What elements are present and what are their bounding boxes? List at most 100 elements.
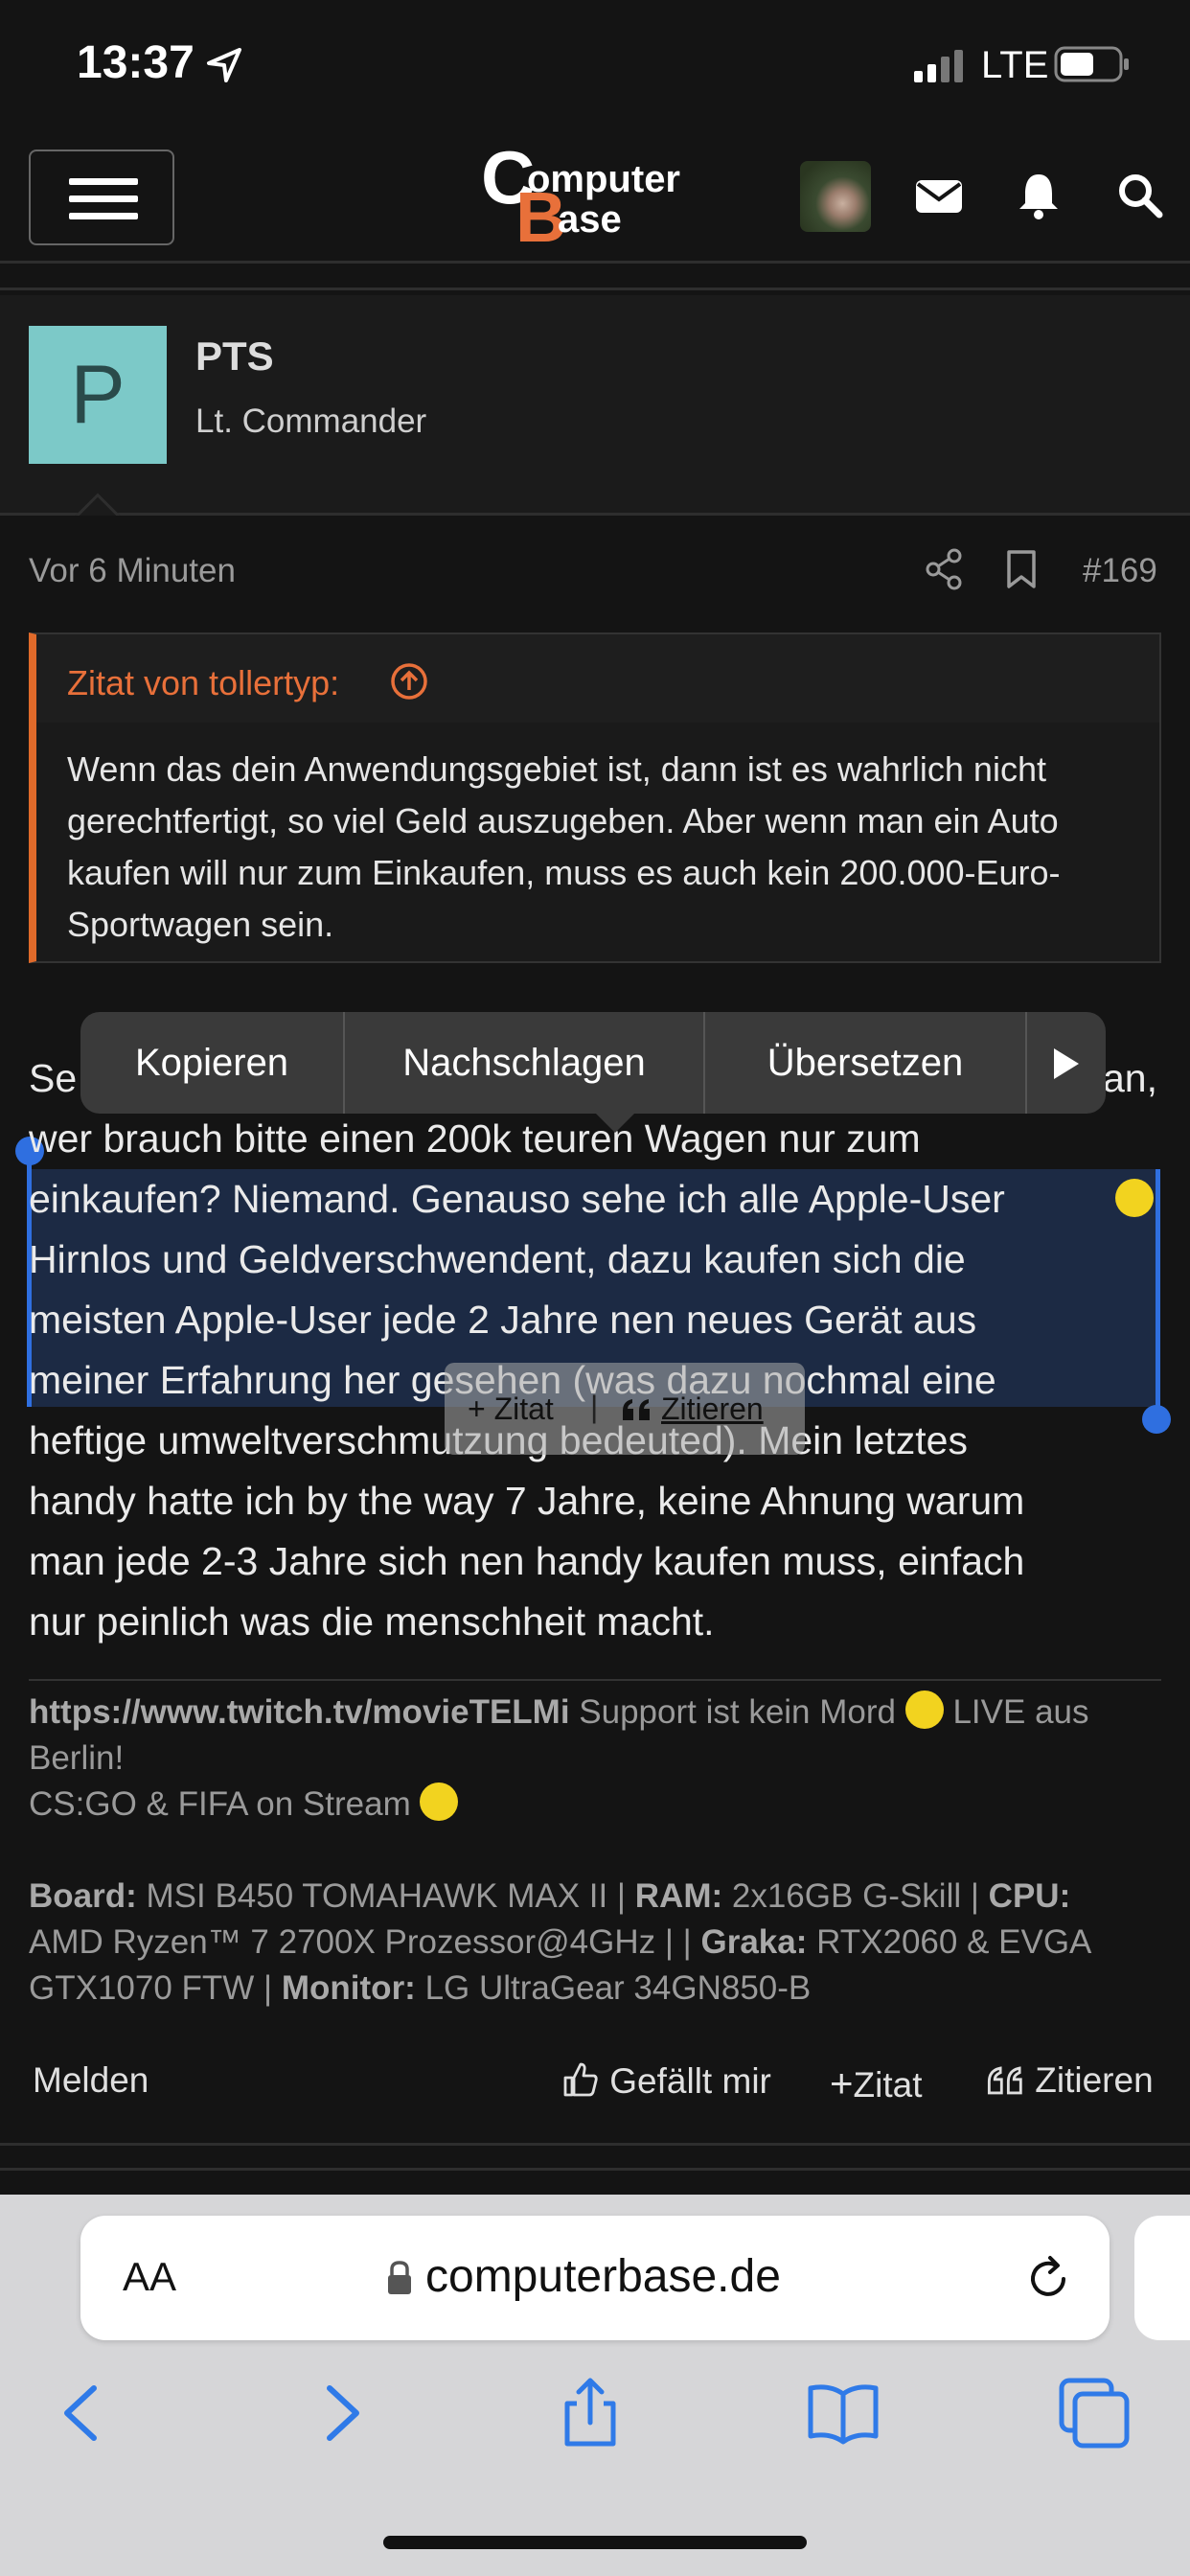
site-header: C omputer B ase: [0, 134, 1190, 278]
cite-button[interactable]: Zitieren: [987, 2060, 1154, 2101]
selection-cite-button[interactable]: Zitieren: [661, 1392, 764, 1427]
toolbar-separator: |: [590, 1390, 599, 1424]
status-bar: 13:37 LTE: [0, 0, 1190, 134]
signature-text: CS:GO & FIFA on Stream: [29, 1785, 411, 1823]
reader-settings-button[interactable]: AA: [123, 2254, 176, 2300]
location-arrow-icon: [207, 48, 241, 82]
quote-header: Zitat von tollertyp:: [36, 634, 1159, 723]
report-button[interactable]: Melden: [33, 2060, 149, 2101]
address-bar[interactable]: AA computerbase.de: [80, 2216, 1110, 2340]
spec-value: 2x16GB G-Skill |: [731, 1877, 979, 1915]
bell-icon[interactable]: [1010, 167, 1067, 224]
copy-menu-item[interactable]: Kopieren: [80, 1012, 343, 1114]
quote-text: Wenn das dein Anwendungsgebiet ist, dann…: [67, 749, 1061, 944]
divider: [0, 2168, 1190, 2171]
clock: 13:37: [77, 37, 195, 88]
share-sheet-icon[interactable]: [552, 2375, 629, 2451]
quote-marks-icon: [623, 1399, 650, 1420]
like-label: Gefällt mir: [609, 2061, 771, 2101]
battery-icon: [1054, 46, 1129, 82]
mail-icon[interactable]: [910, 167, 968, 224]
hamburger-line: [69, 196, 138, 202]
spec-label: Board:: [29, 1877, 137, 1915]
quote-block: Zitat von tollertyp: Wenn das dein Anwen…: [29, 632, 1161, 963]
quote-title[interactable]: Zitat von tollertyp:: [67, 663, 339, 703]
twitch-link[interactable]: https://www.twitch.tv/movieTELMi: [29, 1693, 570, 1731]
signature-text: Support ist kein Mord: [579, 1693, 896, 1731]
spec-value: RTX2060 & EVGA: [816, 1923, 1092, 1961]
selection-quote-toolbar: + Zitat | Zitieren: [445, 1363, 805, 1455]
spec-value: AMD Ryzen™ 7 2700X Prozessor@4GHz | |: [29, 1923, 692, 1961]
divider: [0, 261, 1190, 264]
spec-value: GTX1070 FTW |: [29, 1969, 273, 2007]
signature-divider: [29, 1679, 1161, 1681]
post-line: einkaufen? Niemand. Genauso sehe ich all…: [29, 1177, 1005, 1221]
spec-value: LG UltraGear 34GN850-B: [424, 1969, 812, 2007]
author-pointer: [73, 487, 123, 516]
user-avatar-icon[interactable]: [800, 161, 871, 232]
lock-icon: [388, 2261, 411, 2294]
back-icon[interactable]: [44, 2375, 121, 2451]
menu-separator: [1025, 1012, 1027, 1114]
next-tab-preview[interactable]: [1134, 2216, 1190, 2340]
menu-button[interactable]: [29, 150, 174, 245]
bookmarks-icon[interactable]: [805, 2375, 881, 2451]
post-line: Hirnlos und Geldverschwendent, dazu kauf…: [29, 1237, 966, 1281]
grin-emoji-icon: [420, 1782, 459, 1821]
svg-text:ase: ase: [558, 198, 622, 241]
quote-marks-icon: [987, 2066, 1022, 2095]
selection-quote-button[interactable]: + Zitat: [468, 1392, 554, 1427]
signature-text: LIVE aus: [952, 1693, 1089, 1731]
divider: [0, 288, 1190, 290]
post-author-block: P PTS Lt. Commander: [0, 295, 1190, 516]
lookup-menu-item[interactable]: Nachschlagen: [345, 1012, 703, 1114]
tabs-icon[interactable]: [1056, 2375, 1133, 2451]
smile-emoji-icon: [904, 1690, 944, 1729]
share-icon[interactable]: [926, 548, 964, 590]
thumbs-up-icon: [563, 2062, 598, 2097]
hamburger-icon: [69, 178, 138, 185]
post-line: meisten Apple-User jede 2 Jahre nen neue…: [29, 1298, 977, 1342]
author-avatar[interactable]: P: [29, 326, 167, 464]
post-line: an,: [1103, 1056, 1157, 1100]
arrow-up-circle-icon[interactable]: [389, 661, 429, 702]
spec-label: CPU:: [988, 1877, 1071, 1915]
quote-label: Zitat: [853, 2065, 923, 2104]
context-menu-arrow: [594, 1112, 636, 1133]
author-rank: Lt. Commander: [195, 402, 427, 440]
post-line: Se: [29, 1056, 78, 1100]
quote-button[interactable]: +Zitat: [830, 2060, 923, 2106]
bookmark-icon[interactable]: [1004, 548, 1039, 590]
forward-icon[interactable]: [303, 2375, 379, 2451]
signature-specs: Board: MSI B450 TOMAHAWK MAX II | RAM: 2…: [29, 1874, 1169, 2012]
search-icon[interactable]: [1111, 167, 1169, 224]
divider: [0, 2143, 1190, 2146]
signature-text: Berlin!: [29, 1739, 125, 1777]
smile-emoji-icon: [1115, 1179, 1154, 1217]
signal-icon: [914, 50, 963, 82]
post-time[interactable]: Vor 6 Minuten: [29, 552, 236, 590]
post-body: Se an, wer brauch bitte einen 200k teure…: [29, 1048, 1169, 1652]
translate-menu-item[interactable]: Übersetzen: [705, 1012, 1025, 1114]
post-line: man jede 2-3 Jahre sich nen handy kaufen…: [29, 1539, 1025, 1583]
hamburger-line: [69, 213, 138, 219]
spec-label: RAM:: [634, 1877, 723, 1915]
home-indicator[interactable]: [383, 2536, 807, 2549]
post-number[interactable]: #169: [1083, 552, 1157, 590]
url-text[interactable]: computerbase.de: [425, 2250, 781, 2303]
author-name[interactable]: PTS: [195, 334, 274, 380]
spec-label: Graka:: [700, 1923, 808, 1961]
network-type: LTE: [981, 44, 1049, 86]
computerbase-logo[interactable]: C omputer B ase: [479, 144, 719, 249]
signature: https://www.twitch.tv/movieTELMi Support…: [29, 1690, 1169, 1828]
spec-label: Monitor:: [281, 1969, 416, 2007]
reload-icon[interactable]: [1021, 2252, 1075, 2306]
cite-label: Zitieren: [1035, 2060, 1154, 2100]
post-line: nur peinlich was die menschheit macht.: [29, 1599, 715, 1644]
like-button[interactable]: Gefällt mir: [561, 2060, 771, 2102]
more-arrow-icon[interactable]: [1046, 1045, 1085, 1083]
post-line: handy hatte ich by the way 7 Jahre, kein…: [29, 1479, 1025, 1523]
plus-icon: +: [830, 2060, 854, 2105]
text-context-menu: Kopieren Nachschlagen Übersetzen: [80, 1012, 1106, 1114]
spec-value: MSI B450 TOMAHAWK MAX II |: [146, 1877, 627, 1915]
